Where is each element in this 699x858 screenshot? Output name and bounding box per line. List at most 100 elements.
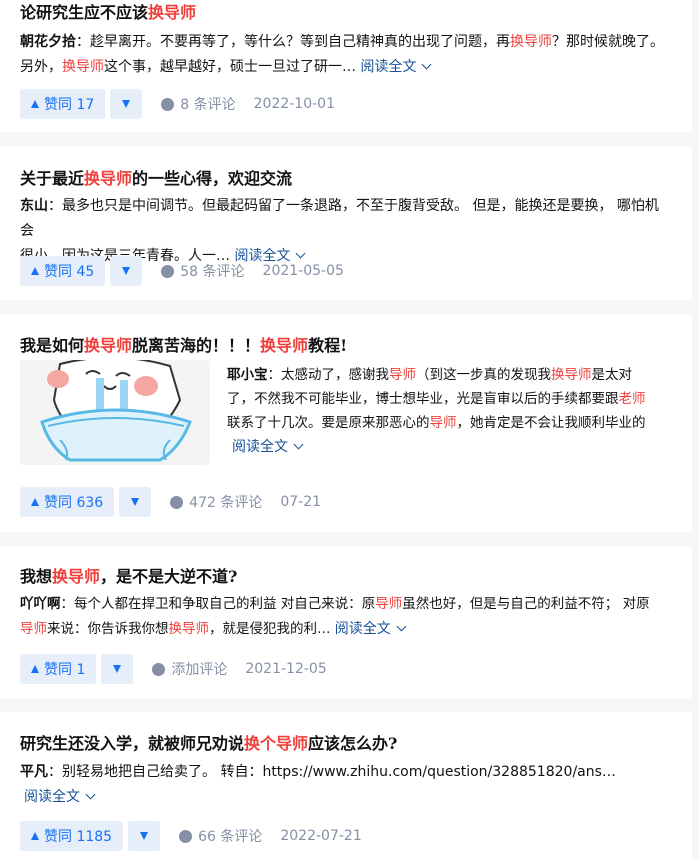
excerpt-text: ？那时候就晚了。 [552,34,664,50]
card-title[interactable]: 我想换导师，是不是大逆不道? [20,565,672,589]
comment-count: 8 条评论 [180,97,236,113]
title-highlight: 换导师 [52,567,101,586]
author-name: 朝花夕拾 [20,34,76,50]
post-date: 07-21 [280,494,322,510]
excerpt-text: ：别轻易地把自己给卖了。 转自：https://www.zhihu.com/qu… [48,764,616,780]
action-bar: 赞同 45 58 条评论 2021-05-05 [20,256,344,286]
chevron-down-icon [85,789,96,800]
title-text: 关于最近 [20,169,85,188]
action-bar: 赞同 636 472 条评论 07-21 [20,487,321,517]
chevron-down-icon [396,621,407,632]
post-date: 2022-07-21 [280,828,362,844]
title-highlight: 换导师 [84,336,133,355]
comment-icon [152,662,166,676]
downvote-icon [140,832,149,840]
result-card: 论研究生应不应该换导师 朝花夕拾：趁早离开。不要再等了，等什么？等到自己精神真的… [0,0,692,132]
read-more-label: 阅读全文 [24,789,80,805]
comment-button[interactable]: 58 条评论 [161,261,245,281]
upvote-button[interactable]: 赞同 1185 [20,821,124,851]
comment-icon [179,829,193,843]
excerpt-text: ：最多也只是中间调节。但最起码留了一条退路，不至于腹背受敌。 但是，能换还是要换… [20,198,659,239]
upvote-icon [31,100,39,108]
excerpt-highlight: 导师 [429,415,457,431]
author-name: 吖吖啊 [20,596,61,612]
post-date: 2022-10-01 [253,96,335,112]
vote-count: 赞同 1 [44,662,86,678]
card-excerpt[interactable]: 耶小宝：太感动了，感谢我导师（到这一步真的发现我换导师是太对 了，不然我不可能毕… [227,363,677,459]
read-more-label: 阅读全文 [360,59,417,75]
title-text: 我想 [20,567,53,586]
title-highlight: 换导师 [84,169,133,188]
upvote-button[interactable]: 赞同 636 [20,487,115,517]
comment-count: 472 条评论 [189,495,263,511]
excerpt-highlight: 换导师 [551,367,592,383]
downvote-button[interactable] [110,256,143,286]
downvote-icon [113,665,122,673]
upvote-button[interactable]: 赞同 45 [20,256,106,286]
comment-icon [170,495,184,509]
card-title[interactable]: 关于最近换导师的一些心得，欢迎交流 [20,167,672,191]
author-name: 耶小宝 [227,367,268,383]
card-title[interactable]: 论研究生应不应该换导师 [20,1,672,25]
card-title[interactable]: 我是如何换导师脱离苦海的！！！换导师教程! [20,334,672,358]
search-results-feed: 论研究生应不应该换导师 朝花夕拾：趁早离开。不要再等了，等什么？等到自己精神真的… [0,0,699,858]
excerpt-text: ：每个人都在捍卫和争取自己的利益 对自己来说：原 [60,596,376,612]
action-bar: 赞同 1185 66 条评论 2022-07-21 [20,821,362,851]
result-card: 关于最近换导师的一些心得，欢迎交流 东山：最多也只是中间调节。但最起码留了一条退… [0,146,692,300]
read-more-link[interactable]: 阅读全文 [24,789,96,805]
excerpt-text: 联系了十几次。要是原来那恶心的 [227,415,430,431]
excerpt-highlight: 导师 [389,367,416,383]
title-text: 研究生还没入学，就被师兄劝说 [20,734,245,753]
upvote-icon [31,832,39,840]
downvote-icon [131,498,140,506]
comment-button[interactable]: 添加评论 [152,659,227,679]
excerpt-text: 是太对 [591,367,633,383]
downvote-button[interactable] [128,821,161,851]
downvote-button[interactable] [101,654,134,684]
excerpt-highlight: 老师 [618,391,646,407]
excerpt-text: 这个事，越早越好，硕士一旦过了研一… [104,59,361,75]
read-more-link[interactable]: 阅读全文 [334,621,407,637]
author-name: 平凡 [20,764,48,780]
title-highlight: 换导师 [148,3,197,22]
excerpt-text: ：趁早离开。不要再等了，等什么？等到自己精神真的出现了问题，再 [76,34,510,50]
downvote-button[interactable] [110,89,143,119]
excerpt-text: 另外， [20,59,62,75]
excerpt-text: ：太感动了，感谢我 [267,367,390,383]
author-name: 东山 [20,198,48,214]
excerpt-text: （到这一步真的发现我 [416,367,551,383]
chevron-down-icon [422,59,432,70]
vote-count: 赞同 45 [44,264,95,280]
read-more-link[interactable]: 阅读全文 [232,439,304,455]
chevron-down-icon [293,439,304,450]
result-card: 研究生还没入学，就被师兄劝说换个导师应该怎么办? 平凡：别轻易地把自己给卖了。 … [0,712,692,858]
thumbnail-image[interactable] [20,360,210,465]
card-title[interactable]: 研究生还没入学，就被师兄劝说换个导师应该怎么办? [20,732,672,756]
excerpt-text: 来说：你告诉我你想 [47,621,169,637]
comment-count: 66 条评论 [198,829,263,845]
excerpt-highlight: 换导师 [62,59,104,75]
title-text: 教程! [308,336,348,355]
read-more-link[interactable]: 阅读全文 [360,59,432,75]
excerpt-highlight: 换导师 [510,34,552,50]
title-text: 应该怎么办? [308,734,398,753]
comment-count: 58 条评论 [180,264,245,280]
card-excerpt[interactable]: 朝花夕拾：趁早离开。不要再等了，等什么？等到自己精神真的出现了问题，再换导师？那… [20,30,672,80]
action-bar: 赞同 17 8 条评论 2022-10-01 [20,89,335,119]
downvote-button[interactable] [119,487,152,517]
comment-button[interactable]: 66 条评论 [179,826,262,846]
post-date: 2021-12-05 [245,661,327,677]
comment-icon [161,264,175,278]
comment-button[interactable]: 472 条评论 [170,492,262,512]
read-more-label: 阅读全文 [334,621,391,637]
excerpt-highlight: 换导师 [168,621,210,637]
upvote-button[interactable]: 赞同 17 [20,89,106,119]
excerpt-text: 了，不然我不可能毕业，博士想毕业，光是盲审以后的手续都要跟 [227,391,619,407]
comment-count: 添加评论 [171,662,228,678]
card-excerpt[interactable]: 吖吖啊：每个人都在捍卫和争取自己的利益 对自己来说：原导师虽然也好，但是与自己的… [20,592,672,642]
action-bar: 赞同 1 添加评论 2021-12-05 [20,654,327,684]
upvote-button[interactable]: 赞同 1 [20,654,97,684]
card-excerpt[interactable]: 平凡：别轻易地把自己给卖了。 转自：https://www.zhihu.com/… [20,760,672,810]
upvote-icon [31,267,39,275]
comment-button[interactable]: 8 条评论 [161,94,236,114]
